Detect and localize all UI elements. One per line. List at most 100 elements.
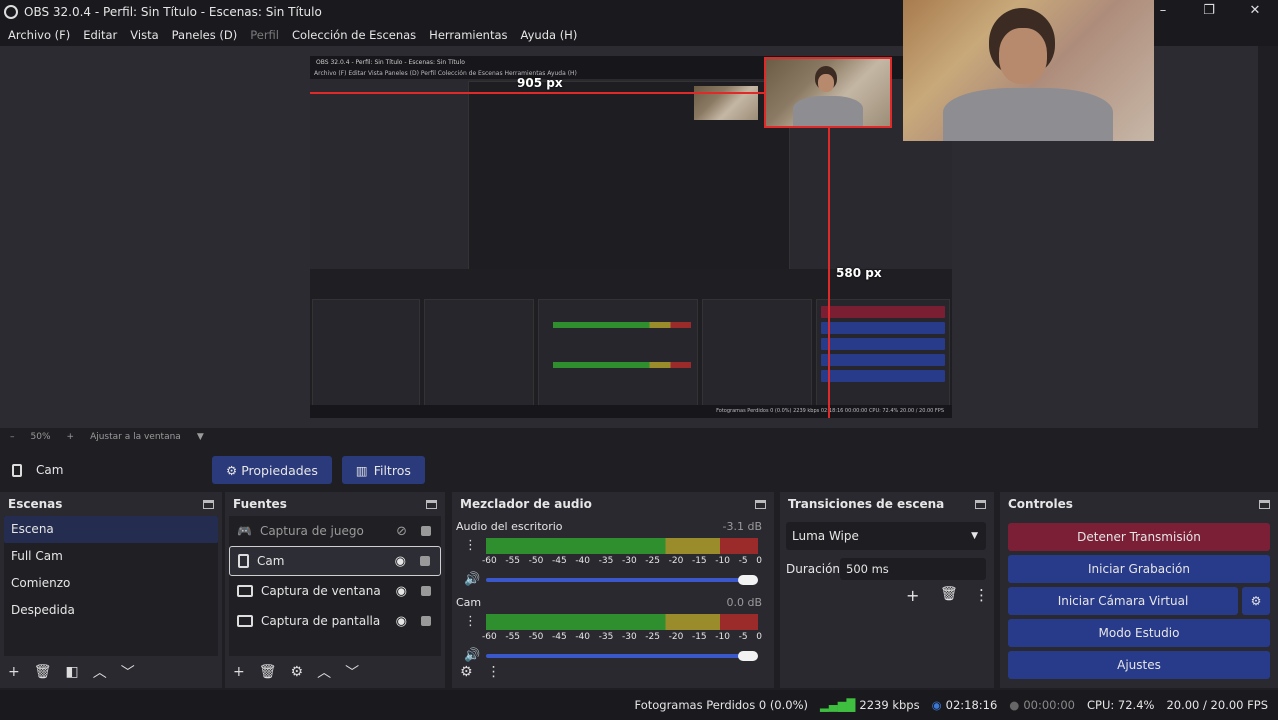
lock-icon[interactable]	[421, 586, 431, 596]
scene-item[interactable]: Full Cam	[4, 543, 218, 570]
duration-input[interactable]: 500 ms	[840, 558, 986, 580]
menu-perfil[interactable]: Perfil	[250, 28, 279, 42]
filters-button[interactable]: ▥ Filtros	[341, 456, 425, 484]
source-label: Cam	[257, 554, 285, 568]
chevron-down-icon[interactable]: ▼	[197, 432, 204, 442]
scene-item[interactable]: Comienzo	[4, 570, 218, 597]
trash-icon[interactable]: 🗑	[940, 586, 958, 602]
float-dock-icon[interactable]	[426, 499, 437, 509]
trash-icon[interactable]: 🗑	[259, 664, 277, 680]
nested-control-button	[821, 338, 945, 350]
more-options-icon[interactable]: ⋮	[464, 614, 477, 629]
bounding-box-right	[890, 57, 892, 128]
lock-icon[interactable]	[421, 616, 431, 626]
move-up-icon[interactable]: ︿	[93, 662, 107, 682]
menu-herramientas[interactable]: Herramientas	[429, 28, 507, 42]
zoom-bar: – 50% + Ajustar a la ventana ▼	[0, 428, 1278, 446]
transition-select[interactable]: Luma Wipe ▼	[786, 522, 986, 550]
mixer-track: Audio del escritorio -3.1 dB ⋮ -60 -55 -50…	[456, 520, 766, 592]
float-dock-icon[interactable]	[203, 499, 214, 509]
zoom-in-button[interactable]: +	[67, 432, 75, 442]
volume-slider-handle[interactable]	[738, 575, 758, 585]
float-dock-icon[interactable]	[1259, 499, 1270, 509]
meter-scale: -60 -55 -50 -45 -40 -35 -30 -25 -20 -15 -10 -5 0	[482, 632, 762, 642]
menu-archivo[interactable]: Archivo (F)	[8, 28, 70, 42]
eye-icon[interactable]: ◉	[395, 554, 406, 569]
start-virtual-camera-button[interactable]: Iniciar Cámara Virtual	[1008, 587, 1238, 615]
properties-button[interactable]: ⚙ Propiedades	[212, 456, 332, 484]
zoom-fit-select[interactable]: Ajustar a la ventana	[90, 432, 181, 442]
gear-icon[interactable]: ⚙	[291, 664, 304, 680]
float-dock-icon[interactable]	[755, 499, 766, 509]
scene-filters-icon[interactable]: ◧	[66, 664, 79, 680]
source-item[interactable]: Captura de pantalla ◉	[229, 606, 441, 636]
eye-icon[interactable]: ◉	[396, 584, 407, 599]
scale-tick: -10	[715, 556, 730, 566]
maximize-button[interactable]: ❐	[1186, 0, 1232, 24]
horizontal-guide-line	[310, 92, 765, 94]
chevron-down-icon: ▼	[971, 531, 978, 541]
preview-canvas[interactable]: OBS 32.0.4 - Perfil: Sin Título - Escena…	[310, 56, 952, 418]
scale-tick: -55	[505, 632, 521, 642]
mixer-body: Audio del escritorio -3.1 dB ⋮ -60 -55 -50…	[452, 516, 774, 663]
trash-icon[interactable]: 🗑	[34, 664, 52, 680]
menu-coleccion-escenas[interactable]: Colección de Escenas	[292, 28, 416, 42]
settings-button[interactable]: Ajustes	[1008, 651, 1270, 679]
scene-item[interactable]: Escena	[4, 516, 218, 543]
speaker-icon[interactable]: 🔊	[464, 572, 480, 587]
zoom-out-button[interactable]: –	[10, 432, 15, 442]
nested-controls-panel	[816, 299, 950, 409]
scale-tick: -5	[738, 556, 748, 566]
current-source-name: Cam	[36, 463, 64, 477]
cam-source-frame[interactable]	[765, 58, 891, 128]
float-dock-icon[interactable]	[975, 499, 986, 509]
lock-icon[interactable]	[421, 526, 431, 536]
scene-item[interactable]: Despedida	[4, 597, 218, 624]
more-options-icon[interactable]: ⋮	[464, 538, 477, 553]
nested-control-button	[821, 370, 945, 382]
start-recording-button[interactable]: Iniciar Grabación	[1008, 555, 1270, 583]
volume-meter	[486, 538, 758, 554]
scale-tick: -45	[551, 556, 567, 566]
controls-dock: Controles Detener Transmisión Iniciar Gr…	[1000, 492, 1278, 688]
scenes-header: Escenas	[0, 492, 222, 516]
more-options-icon[interactable]: ⋮	[487, 664, 501, 680]
virtual-camera-settings-button[interactable]: ⚙	[1242, 587, 1270, 615]
add-source-icon[interactable]: +	[233, 664, 245, 680]
move-down-icon[interactable]: ﹀	[121, 662, 135, 682]
source-item[interactable]: Cam ◉	[229, 546, 441, 576]
lock-icon[interactable]	[420, 556, 430, 566]
studio-mode-button[interactable]: Modo Estudio	[1008, 619, 1270, 647]
menu-ayuda[interactable]: Ayuda (H)	[521, 28, 578, 42]
more-options-icon[interactable]: ⋮	[974, 586, 989, 604]
scale-tick: -15	[691, 556, 707, 566]
stop-stream-button[interactable]: Detener Transmisión	[1008, 523, 1270, 551]
advanced-audio-icon[interactable]: ⚙	[460, 664, 473, 680]
close-button[interactable]: ✕	[1232, 0, 1278, 24]
controls-title: Controles	[1008, 497, 1073, 511]
move-down-icon[interactable]: ﹀	[345, 662, 359, 682]
move-up-icon[interactable]: ︿	[317, 662, 331, 682]
height-measure-label: 580 px	[836, 266, 882, 280]
menu-editar[interactable]: Editar	[83, 28, 117, 42]
preview-scrollbar[interactable]	[1258, 46, 1278, 428]
scale-tick: -20	[668, 556, 684, 566]
source-item[interactable]: 🎮 Captura de juego ⊘	[229, 516, 441, 546]
record-icon: ●	[1009, 698, 1020, 712]
menu-paneles[interactable]: Paneles (D)	[172, 28, 238, 42]
scenes-list: Escena Full Cam Comienzo Despedida	[4, 516, 218, 656]
menu-vista[interactable]: Vista	[130, 28, 158, 42]
add-scene-icon[interactable]: +	[8, 664, 20, 680]
scale-tick: -15	[691, 632, 707, 642]
eye-hidden-icon[interactable]: ⊘	[396, 524, 407, 539]
sources-dock: Fuentes 🎮 Captura de juego ⊘ Cam ◉ Captu…	[225, 492, 445, 688]
source-label: Captura de ventana	[261, 584, 381, 598]
scale-tick: -5	[738, 632, 748, 642]
volume-slider[interactable]	[486, 578, 758, 582]
source-item[interactable]: Captura de ventana ◉	[229, 576, 441, 606]
eye-icon[interactable]: ◉	[396, 614, 407, 629]
scale-tick: -40	[575, 556, 591, 566]
add-transition-icon[interactable]: +	[906, 586, 919, 605]
track-name: Cam	[456, 596, 482, 609]
scale-tick: -30	[621, 632, 637, 642]
